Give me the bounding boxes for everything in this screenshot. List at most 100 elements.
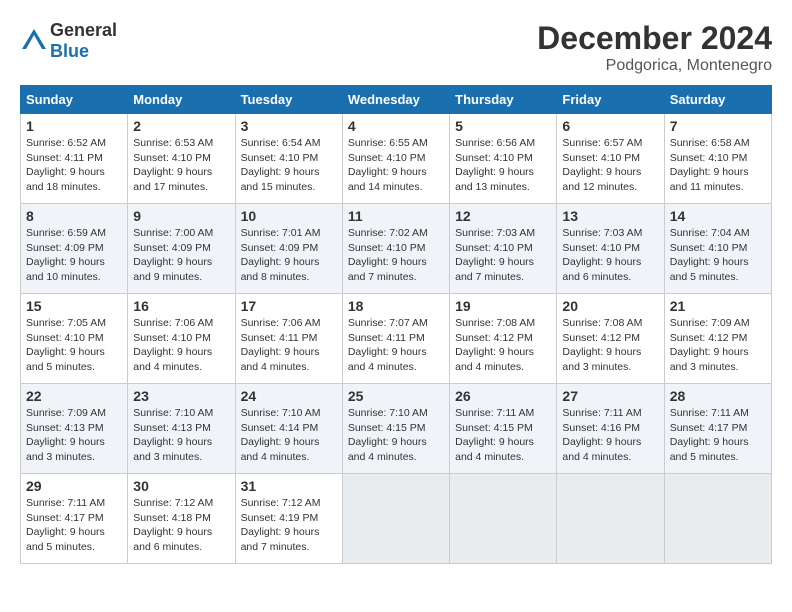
day-number: 30 [133, 478, 229, 494]
header: General Blue December 2024 Podgorica, Mo… [20, 20, 772, 75]
calendar-week-row: 22 Sunrise: 7:09 AMSunset: 4:13 PMDayligh… [21, 384, 772, 474]
logo-general: General [50, 20, 117, 40]
day-number: 5 [455, 118, 551, 134]
weekday-header: Saturday [664, 86, 771, 114]
day-info: Sunrise: 7:11 AMSunset: 4:16 PMDaylight:… [562, 406, 658, 465]
calendar-cell: 13 Sunrise: 7:03 AMSunset: 4:10 PMDayligh… [557, 204, 664, 294]
day-number: 21 [670, 298, 766, 314]
day-number: 7 [670, 118, 766, 134]
day-number: 26 [455, 388, 551, 404]
location-title: Podgorica, Montenegro [537, 57, 772, 75]
weekday-header: Wednesday [342, 86, 449, 114]
day-number: 31 [241, 478, 337, 494]
day-number: 29 [26, 478, 122, 494]
calendar-cell: 19Sunrise: 7:08 AMSunset: 4:12 PMDayligh… [450, 294, 557, 384]
day-number: 6 [562, 118, 658, 134]
day-number: 10 [241, 208, 337, 224]
day-info: Sunrise: 7:09 AMSunset: 4:13 PMDaylight:… [26, 406, 122, 465]
day-info: Sunrise: 7:03 AMSunset: 4:10 PMDaylight:… [455, 226, 551, 285]
calendar-week-row: 15 Sunrise: 7:05 AMSunset: 4:10 PMDayligh… [21, 294, 772, 384]
day-number: 16 [133, 298, 229, 314]
calendar-cell: 28 Sunrise: 7:11 AMSunset: 4:17 PMDayligh… [664, 384, 771, 474]
day-info: Sunrise: 7:11 AMSunset: 4:17 PMDaylight:… [26, 496, 122, 555]
calendar-cell [664, 474, 771, 564]
calendar-cell: 8Sunrise: 6:59 AMSunset: 4:09 PMDaylight… [21, 204, 128, 294]
calendar-table: SundayMondayTuesdayWednesdayThursdayFrid… [20, 85, 772, 564]
day-info: Sunrise: 7:09 AMSunset: 4:12 PMDaylight:… [670, 316, 766, 375]
day-info: Sunrise: 7:06 AMSunset: 4:11 PMDaylight:… [241, 316, 337, 375]
calendar-week-row: 1Sunrise: 6:52 AMSunset: 4:11 PMDaylight… [21, 114, 772, 204]
day-info: Sunrise: 6:59 AMSunset: 4:09 PMDaylight:… [26, 226, 122, 285]
day-number: 22 [26, 388, 122, 404]
calendar-cell: 22 Sunrise: 7:09 AMSunset: 4:13 PMDayligh… [21, 384, 128, 474]
day-info: Sunrise: 7:06 AMSunset: 4:10 PMDaylight:… [133, 316, 229, 375]
day-info: Sunrise: 7:11 AMSunset: 4:17 PMDaylight:… [670, 406, 766, 465]
calendar-cell: 12Sunrise: 7:03 AMSunset: 4:10 PMDayligh… [450, 204, 557, 294]
weekday-header-row: SundayMondayTuesdayWednesdayThursdayFrid… [21, 86, 772, 114]
day-info: Sunrise: 7:05 AMSunset: 4:10 PMDaylight:… [26, 316, 122, 375]
day-number: 9 [133, 208, 229, 224]
calendar-cell: 7 Sunrise: 6:58 AMSunset: 4:10 PMDaylight… [664, 114, 771, 204]
logo-icon [20, 27, 48, 55]
calendar-cell: 18 Sunrise: 7:07 AMSunset: 4:11 PMDayligh… [342, 294, 449, 384]
day-number: 4 [348, 118, 444, 134]
day-info: Sunrise: 7:10 AMSunset: 4:13 PMDaylight:… [133, 406, 229, 465]
logo-blue: Blue [50, 41, 89, 61]
day-info: Sunrise: 7:01 AMSunset: 4:09 PMDaylight:… [241, 226, 337, 285]
calendar-cell: 20Sunrise: 7:08 AMSunset: 4:12 PMDayligh… [557, 294, 664, 384]
day-number: 27 [562, 388, 658, 404]
day-number: 3 [241, 118, 337, 134]
day-number: 28 [670, 388, 766, 404]
day-info: Sunrise: 7:00 AMSunset: 4:09 PMDaylight:… [133, 226, 229, 285]
day-number: 13 [562, 208, 658, 224]
day-info: Sunrise: 6:53 AMSunset: 4:10 PMDaylight:… [133, 136, 229, 195]
day-number: 17 [241, 298, 337, 314]
calendar-cell: 15 Sunrise: 7:05 AMSunset: 4:10 PMDayligh… [21, 294, 128, 384]
calendar-cell [342, 474, 449, 564]
day-info: Sunrise: 7:07 AMSunset: 4:11 PMDaylight:… [348, 316, 444, 375]
day-info: Sunrise: 7:03 AMSunset: 4:10 PMDaylight:… [562, 226, 658, 285]
calendar-week-row: 8Sunrise: 6:59 AMSunset: 4:09 PMDaylight… [21, 204, 772, 294]
calendar-cell: 9 Sunrise: 7:00 AMSunset: 4:09 PMDaylight… [128, 204, 235, 294]
calendar-cell: 3 Sunrise: 6:54 AMSunset: 4:10 PMDaylight… [235, 114, 342, 204]
day-info: Sunrise: 7:12 AMSunset: 4:18 PMDaylight:… [133, 496, 229, 555]
calendar-cell [557, 474, 664, 564]
day-number: 20 [562, 298, 658, 314]
calendar-cell: 10 Sunrise: 7:01 AMSunset: 4:09 PMDayligh… [235, 204, 342, 294]
calendar-cell: 6Sunrise: 6:57 AMSunset: 4:10 PMDaylight… [557, 114, 664, 204]
day-number: 11 [348, 208, 444, 224]
weekday-header: Monday [128, 86, 235, 114]
day-info: Sunrise: 6:56 AMSunset: 4:10 PMDaylight:… [455, 136, 551, 195]
day-info: Sunrise: 7:02 AMSunset: 4:10 PMDaylight:… [348, 226, 444, 285]
day-info: Sunrise: 6:54 AMSunset: 4:10 PMDaylight:… [241, 136, 337, 195]
day-info: Sunrise: 7:10 AMSunset: 4:14 PMDaylight:… [241, 406, 337, 465]
day-info: Sunrise: 6:55 AMSunset: 4:10 PMDaylight:… [348, 136, 444, 195]
calendar-cell: 27 Sunrise: 7:11 AMSunset: 4:16 PMDayligh… [557, 384, 664, 474]
day-info: Sunrise: 7:10 AMSunset: 4:15 PMDaylight:… [348, 406, 444, 465]
calendar-cell: 1Sunrise: 6:52 AMSunset: 4:11 PMDaylight… [21, 114, 128, 204]
day-number: 24 [241, 388, 337, 404]
day-number: 1 [26, 118, 122, 134]
calendar-cell: 25 Sunrise: 7:10 AMSunset: 4:15 PMDayligh… [342, 384, 449, 474]
day-number: 23 [133, 388, 229, 404]
weekday-header: Thursday [450, 86, 557, 114]
day-info: Sunrise: 7:12 AMSunset: 4:19 PMDaylight:… [241, 496, 337, 555]
calendar-cell: 21 Sunrise: 7:09 AMSunset: 4:12 PMDayligh… [664, 294, 771, 384]
title-section: December 2024 Podgorica, Montenegro [537, 20, 772, 75]
calendar-cell: 14 Sunrise: 7:04 AMSunset: 4:10 PMDayligh… [664, 204, 771, 294]
day-number: 18 [348, 298, 444, 314]
day-number: 14 [670, 208, 766, 224]
day-number: 2 [133, 118, 229, 134]
calendar-cell: 26Sunrise: 7:11 AMSunset: 4:15 PMDayligh… [450, 384, 557, 474]
calendar-cell [450, 474, 557, 564]
weekday-header: Sunday [21, 86, 128, 114]
day-number: 15 [26, 298, 122, 314]
day-number: 25 [348, 388, 444, 404]
day-info: Sunrise: 6:58 AMSunset: 4:10 PMDaylight:… [670, 136, 766, 195]
calendar-cell: 29 Sunrise: 7:11 AMSunset: 4:17 PMDayligh… [21, 474, 128, 564]
calendar-cell: 31 Sunrise: 7:12 AMSunset: 4:19 PMDayligh… [235, 474, 342, 564]
day-info: Sunrise: 7:04 AMSunset: 4:10 PMDaylight:… [670, 226, 766, 285]
day-info: Sunrise: 7:08 AMSunset: 4:12 PMDaylight:… [455, 316, 551, 375]
calendar-cell: 30 Sunrise: 7:12 AMSunset: 4:18 PMDayligh… [128, 474, 235, 564]
calendar-cell: 23 Sunrise: 7:10 AMSunset: 4:13 PMDayligh… [128, 384, 235, 474]
